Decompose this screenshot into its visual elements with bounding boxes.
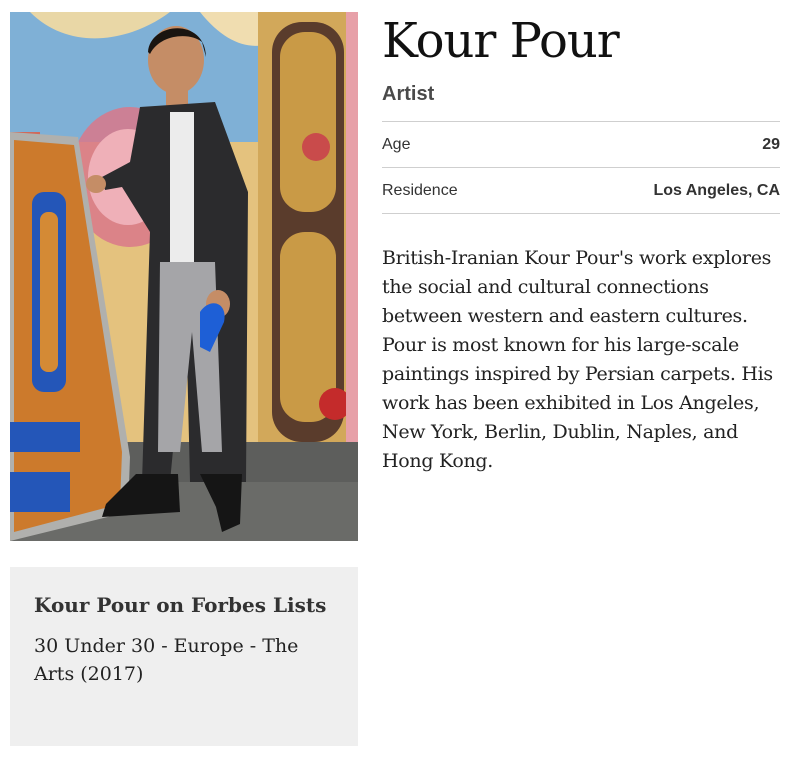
- stat-value-residence: Los Angeles, CA: [653, 181, 780, 199]
- profile-bio: British-Iranian Kour Pour's work explore…: [382, 247, 773, 472]
- forbes-lists-heading: Kour Pour on Forbes Lists: [34, 593, 327, 617]
- stat-label-residence: Residence: [382, 181, 458, 199]
- profile-name: Kour Pour: [382, 13, 620, 69]
- profile-photo: [10, 12, 358, 541]
- profile-stats: Age 29 Residence Los Angeles, CA: [382, 121, 780, 214]
- forbes-lists-box: Kour Pour on Forbes Lists 30 Under 30 - …: [10, 567, 358, 746]
- profile-info: Kour Pour Artist Age 29 Residence Los An…: [382, 12, 780, 476]
- stat-value-age: 29: [762, 135, 780, 153]
- stat-row-age: Age 29: [382, 122, 780, 168]
- artist-portrait-image: [10, 12, 358, 541]
- forbes-list-item[interactable]: 30 Under 30 - Europe - The Arts (2017): [34, 632, 334, 688]
- stat-label-age: Age: [382, 135, 411, 153]
- stat-row-residence: Residence Los Angeles, CA: [382, 168, 780, 214]
- profile-title: Artist: [382, 83, 435, 105]
